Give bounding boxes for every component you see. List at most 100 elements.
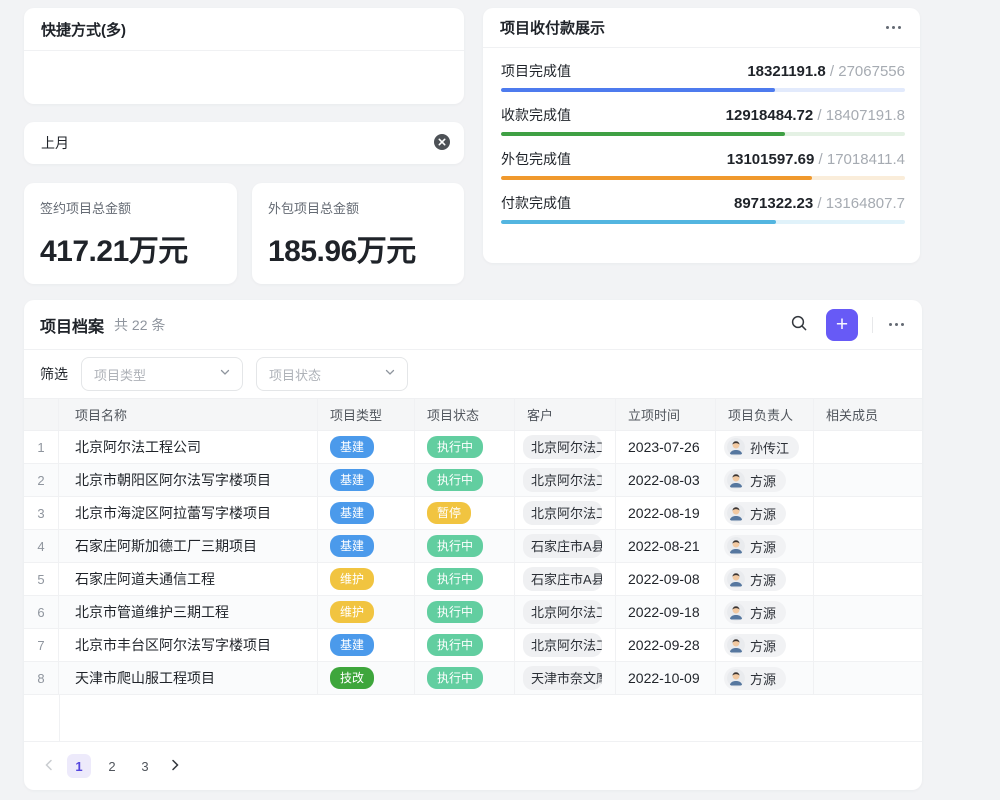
owner-name: 孙传江 [750,438,789,457]
ellipsis-menu-icon[interactable] [887,319,906,330]
project-name: 天津市爬山服工程项目 [59,662,318,694]
project-name: 北京市丰台区阿尔法写字楼项目 [59,629,318,661]
prev-page-button[interactable] [40,756,58,777]
project-type-badge: 技改 [330,667,374,689]
owner-name: 方源 [750,471,776,490]
date-filter-chip[interactable]: 上月 [24,122,464,164]
table-body: 1 北京阿尔法工程公司 基建 执行中 北京阿尔法工 2023-07-26 孙传江… [24,431,922,695]
row-index: 7 [24,629,59,661]
related-members [814,563,922,595]
avatar [727,537,745,555]
customer-pill: 石家庄市A县 [523,534,602,558]
table-row[interactable]: 4 石家庄阿斯加德工厂三期项目 基建 执行中 石家庄市A县 2022-08-21… [24,530,922,563]
clear-filter-button[interactable] [433,134,451,152]
owner-name: 方源 [750,504,776,523]
column-header-type: 项目类型 [318,399,415,430]
row-index: 1 [24,431,59,463]
circle-x-icon [433,133,451,154]
related-members [814,497,922,529]
customer-pill: 北京阿尔法工 [523,468,602,492]
progress-bar-fill [501,132,785,136]
metric-total: / 13164807.7 [813,195,905,212]
avatar [727,603,745,621]
add-record-button[interactable]: + [826,309,858,341]
project-name: 北京市朝阳区阿尔法写字楼项目 [59,464,318,496]
project-type-badge: 维护 [330,568,374,590]
project-status-badge: 执行中 [427,469,483,491]
table-row[interactable]: 7 北京市丰台区阿尔法写字楼项目 基建 执行中 北京阿尔法工 2022-09-2… [24,629,922,662]
customer-pill: 北京阿尔法工 [523,600,602,624]
dashboard: 快捷方式(多) 上月 签约项目总金额 417.21万元 外包项目总金额 185.… [0,0,1000,800]
customer-pill: 天津市奈文摩 [523,666,602,690]
progress-bar-fill [501,176,812,180]
owner-pill: 方源 [724,469,786,492]
progress-bar-track [501,88,905,92]
owner-pill: 方源 [724,535,786,558]
column-header-owner: 项目负责人 [716,399,814,430]
stat-label: 签约项目总金额 [40,198,221,217]
project-status-select[interactable]: 项目状态 [256,357,408,391]
payments-card: 项目收付款展示 项目完成值 18321191.8 / 27067556 收款完成… [483,8,920,263]
project-name: 石家庄阿道夫通信工程 [59,563,318,595]
project-status-badge: 执行中 [427,601,483,623]
table-row[interactable]: 1 北京阿尔法工程公司 基建 执行中 北京阿尔法工 2023-07-26 孙传江 [24,431,922,464]
table-row[interactable]: 8 天津市爬山服工程项目 技改 执行中 天津市奈文摩 2022-10-09 方源 [24,662,922,695]
owner-pill: 方源 [724,568,786,591]
project-date: 2022-09-18 [616,596,716,628]
table-header-row: 项目名称 项目类型 项目状态 客户 立项时间 项目负责人 相关成员 [24,398,922,431]
customer-pill: 北京阿尔法工 [523,633,602,657]
project-type-select[interactable]: 项目类型 [81,357,243,391]
project-status-badge: 暂停 [427,502,471,524]
table-row[interactable]: 3 北京市海淀区阿拉蕾写字楼项目 基建 暂停 北京阿尔法工 2022-08-19… [24,497,922,530]
search-icon [790,314,808,335]
metric-total: / 17018411.4 [814,151,905,168]
project-type-badge: 基建 [330,469,374,491]
ellipsis-menu-icon[interactable] [884,22,903,33]
project-type-badge: 基建 [330,535,374,557]
project-type-badge: 维护 [330,601,374,623]
metric-label: 收款完成值 [501,105,571,125]
metric-value: 8971322.23 [734,195,813,212]
project-date: 2022-10-09 [616,662,716,694]
customer-pill: 石家庄市A县 [523,567,602,591]
project-type-badge: 基建 [330,502,374,524]
column-header-index [24,399,59,430]
row-index: 5 [24,563,59,595]
owner-pill: 方源 [724,634,786,657]
next-page-button[interactable] [166,756,184,777]
page-button-2[interactable]: 2 [100,754,124,778]
owner-name: 方源 [750,669,776,688]
shortcut-card: 快捷方式(多) [24,8,464,104]
table-row[interactable]: 2 北京市朝阳区阿尔法写字楼项目 基建 执行中 北京阿尔法工 2022-08-0… [24,464,922,497]
column-header-date: 立项时间 [616,399,716,430]
search-button[interactable] [786,310,812,339]
progress-bar-fill [501,220,776,224]
page-button-1[interactable]: 1 [67,754,91,778]
avatar [727,504,745,522]
project-name: 北京市海淀区阿拉蕾写字楼项目 [59,497,318,529]
metric-label: 项目完成值 [501,61,571,81]
metric-total: / 18407191.8 [813,107,905,124]
related-members [814,662,922,694]
project-date: 2022-08-19 [616,497,716,529]
project-archive-card: 项目档案 共 22 条 + 筛选 项目类型 [24,300,922,790]
row-index: 2 [24,464,59,496]
row-index: 3 [24,497,59,529]
owner-pill: 孙传江 [724,436,799,459]
progress-bar-track [501,132,905,136]
related-members [814,629,922,661]
table-row[interactable]: 5 石家庄阿道夫通信工程 维护 执行中 石家庄市A县 2022-09-08 方源 [24,563,922,596]
pagination: 123 [24,742,922,790]
divider [872,317,873,333]
payments-card-title: 项目收付款展示 [500,17,605,38]
column-header-customer: 客户 [515,399,616,430]
project-name: 北京阿尔法工程公司 [59,431,318,463]
metric-label: 外包完成值 [501,149,571,169]
table-row[interactable]: 6 北京市管道维护三期工程 维护 执行中 北京阿尔法工 2022-09-18 方… [24,596,922,629]
page-button-3[interactable]: 3 [133,754,157,778]
project-date: 2022-09-28 [616,629,716,661]
customer-pill: 北京阿尔法工 [523,435,602,459]
archive-record-count: 共 22 条 [114,315,165,335]
metric-row: 外包完成值 13101597.69 / 17018411.4 [501,149,905,180]
project-date: 2022-09-08 [616,563,716,595]
